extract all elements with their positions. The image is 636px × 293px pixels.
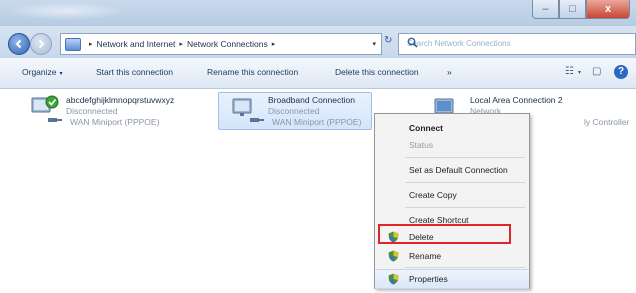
address-bar[interactable]: ▸ Network and Internet ▸ Network Connect… [60, 33, 382, 55]
menu-item-create-copy[interactable]: Create Copy [375, 186, 529, 204]
organize-menu[interactable]: Organize ▾ [22, 67, 63, 77]
title-bar: – □ x [0, 0, 636, 26]
rename-connection-button[interactable]: Rename this connection [207, 67, 298, 77]
menu-divider [405, 207, 525, 208]
close-button[interactable]: x [586, 0, 630, 19]
menu-divider [405, 157, 525, 158]
connection-status: Disconnected [268, 106, 320, 116]
menu-item-label: Set as Default Connection [409, 165, 508, 175]
refresh-icon[interactable]: ↻ [384, 35, 392, 46]
breadcrumb-network-connections[interactable]: Network Connections [187, 39, 268, 49]
connection-name: abcdefghijklmnopqrstuvwxyz [66, 95, 175, 105]
breadcrumb-separator: ▸ [89, 41, 93, 48]
command-bar: Organize ▾ Start this connection Rename t… [0, 58, 636, 89]
view-dropdown-icon[interactable]: ▾ [578, 69, 581, 76]
uac-shield-icon [388, 273, 399, 285]
forward-button[interactable] [30, 33, 52, 55]
menu-item-connect[interactable]: Connect [375, 119, 529, 137]
breadcrumb-network-and-internet[interactable]: Network and Internet [97, 39, 176, 49]
search-icon[interactable] [407, 37, 632, 51]
menu-divider [405, 182, 525, 183]
connection-name: Local Area Connection 2 [470, 95, 563, 105]
connection-name: Broadband Connection [268, 95, 355, 105]
address-dropdown-icon[interactable]: ▾ [372, 40, 376, 48]
uac-shield-icon [388, 250, 399, 262]
menu-item-rename[interactable]: Rename [375, 247, 529, 265]
menu-item-set-default[interactable]: Set as Default Connection [375, 161, 529, 179]
start-connection-button[interactable]: Start this connection [96, 67, 173, 77]
menu-item-label: Connect [409, 123, 443, 133]
maximize-button[interactable]: □ [559, 0, 586, 19]
breadcrumb-separator[interactable]: ▸ [272, 40, 276, 48]
preview-pane-icon[interactable]: ▢ [592, 66, 601, 77]
back-arrow-icon [15, 39, 22, 49]
back-button[interactable] [8, 33, 30, 55]
delete-highlight-annotation [378, 224, 511, 244]
connection-device: WAN Miniport (PPPOE) [70, 117, 160, 127]
menu-item-label: Status [409, 140, 434, 150]
help-icon[interactable]: ? [614, 65, 628, 79]
delete-connection-button[interactable]: Delete this connection [335, 67, 419, 77]
more-commands-button[interactable]: » [447, 67, 452, 77]
connection-device: ly Controller [584, 117, 630, 127]
forward-arrow-icon [38, 39, 45, 49]
navigation-bar: ▸ Network and Internet ▸ Network Connect… [0, 26, 636, 58]
caption-buttons: – □ x [532, 0, 630, 19]
network-connections-window: – □ x ▸ Network and Internet ▸ Network C… [0, 0, 636, 293]
context-menu: Connect Status Set as Default Connection… [374, 113, 530, 289]
connection-device: WAN Miniport (PPPOE) [272, 117, 362, 127]
connection-status: Disconnected [66, 106, 118, 116]
modem-plug-icon [250, 118, 264, 122]
menu-item-label: Properties [409, 274, 448, 284]
modem-plug-icon [48, 118, 62, 122]
control-panel-icon [65, 37, 81, 51]
search-box[interactable]: Search Network Connections [398, 33, 636, 55]
chevron-down-icon: ▾ [59, 71, 63, 77]
organize-label: Organize [22, 67, 57, 77]
menu-item-properties[interactable]: Properties [375, 269, 529, 289]
menu-item-label: Create Copy [409, 190, 457, 200]
menu-item-label: Rename [409, 251, 442, 261]
menu-item-status[interactable]: Status [375, 136, 529, 154]
menu-divider [405, 267, 525, 268]
minimize-button[interactable]: – [532, 0, 559, 19]
change-view-icon[interactable]: ☷ [565, 66, 574, 77]
breadcrumb-separator[interactable]: ▸ [179, 40, 183, 48]
connections-list: abcdefghijklmnopqrstuvwxyz Disconnected … [0, 89, 636, 293]
